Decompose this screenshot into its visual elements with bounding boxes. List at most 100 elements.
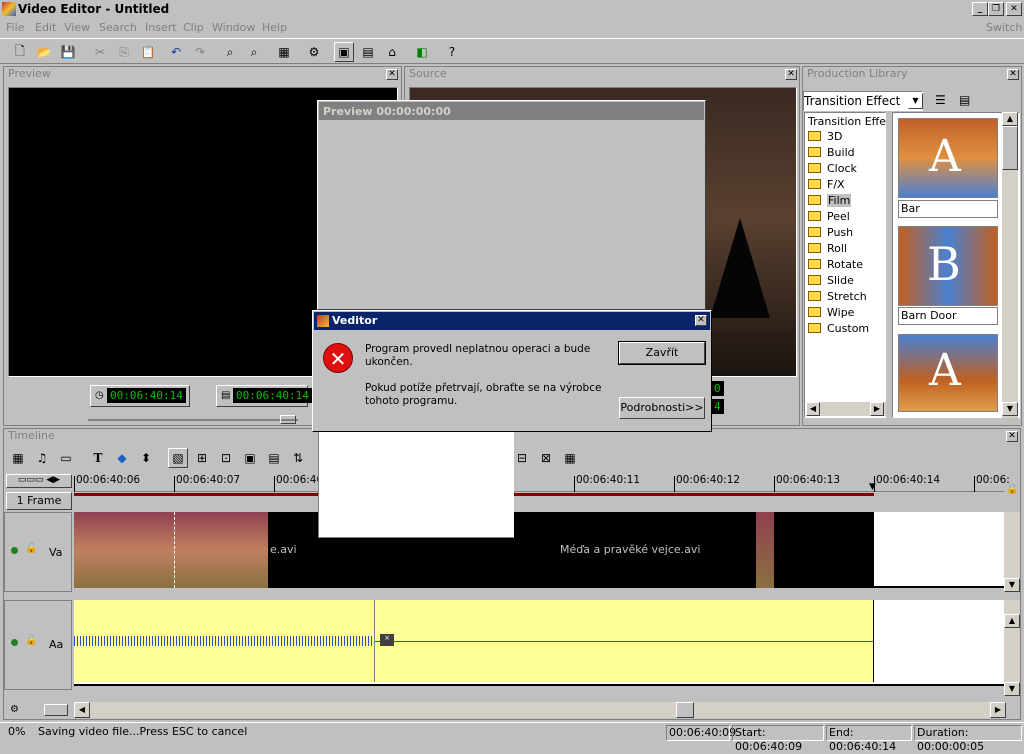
- menu-help[interactable]: Help: [262, 21, 287, 34]
- zoom-in-icon[interactable]: ⊟: [512, 448, 532, 468]
- scroll-right-icon[interactable]: ▶: [870, 402, 884, 416]
- library-close-icon[interactable]: ✕: [1007, 69, 1019, 80]
- menu-view[interactable]: View: [64, 21, 90, 34]
- paste-icon[interactable]: 📋: [138, 42, 158, 62]
- marker-tool-icon[interactable]: ⬍: [136, 448, 156, 468]
- library-folder[interactable]: Stretch: [808, 290, 888, 306]
- open-icon[interactable]: 📂: [34, 42, 54, 62]
- library-folder[interactable]: Wipe: [808, 306, 888, 322]
- zoom-fit-icon[interactable]: ⊠: [536, 448, 556, 468]
- thumb-bar[interactable]: A: [898, 118, 998, 198]
- clip-properties-icon[interactable]: ▭: [56, 448, 76, 468]
- audio-track[interactable]: ×: [74, 600, 1004, 686]
- hscroll-thumb[interactable]: [676, 702, 694, 718]
- playhead-marker-icon[interactable]: ▼: [869, 482, 876, 492]
- library-dropdown[interactable]: Transition Effect ▼: [803, 91, 923, 111]
- library-folder[interactable]: Film: [808, 194, 888, 210]
- track-type-icon[interactable]: ⚙: [10, 704, 19, 715]
- save-icon[interactable]: 💾: [58, 42, 78, 62]
- tree-root-label[interactable]: Transition Effect: [808, 115, 886, 128]
- library-folder[interactable]: Push: [808, 226, 888, 242]
- track-lock-icon[interactable]: 🔓: [25, 543, 37, 554]
- library-vscroll[interactable]: ▲ ▼: [1002, 112, 1018, 418]
- track-scroll-down-icon[interactable]: ▼: [1004, 578, 1020, 592]
- scroll-up-icon[interactable]: ▲: [1002, 112, 1018, 126]
- close-button[interactable]: ✕: [1006, 2, 1022, 16]
- storyboard-icon[interactable]: ▦: [8, 448, 28, 468]
- list-view-icon[interactable]: ▤: [959, 93, 970, 107]
- library-folder[interactable]: Rotate: [808, 258, 888, 274]
- hscroll-right-icon[interactable]: ▶: [990, 702, 1006, 718]
- audio-icon[interactable]: ♫: [32, 448, 52, 468]
- transition-mode-icon[interactable]: ▤: [264, 448, 284, 468]
- chevron-down-icon[interactable]: ▼: [908, 93, 923, 109]
- source-window-icon[interactable]: ▤: [358, 42, 378, 62]
- preview-close-icon[interactable]: ✕: [386, 69, 398, 80]
- timeline-close-icon[interactable]: ✕: [1006, 431, 1018, 442]
- menu-window[interactable]: Window: [212, 21, 255, 34]
- menu-switch[interactable]: Switch: [986, 21, 1022, 34]
- find-next-icon[interactable]: ⌕: [244, 42, 264, 62]
- preview-slider-thumb[interactable]: [280, 415, 296, 424]
- thumb-barn-door[interactable]: B: [898, 226, 998, 306]
- find-icon[interactable]: ⌕: [220, 42, 240, 62]
- timeline-hscroll[interactable]: ◀ ▶: [74, 702, 1006, 718]
- library-folder[interactable]: Custom: [808, 322, 888, 338]
- split-mode-icon[interactable]: ⊞: [192, 448, 212, 468]
- library-folder[interactable]: Build: [808, 146, 888, 162]
- text-tool-icon[interactable]: T: [88, 448, 108, 468]
- frame-scale-label[interactable]: 1 Frame: [6, 492, 72, 510]
- overlay-mode-icon[interactable]: ▣: [240, 448, 260, 468]
- restore-button[interactable]: ❐: [988, 2, 1004, 16]
- details-button[interactable]: Podrobnosti>>: [619, 397, 705, 419]
- video-track[interactable]: e.avi Méďa a pravěké vejce.avi: [74, 512, 1004, 588]
- preview-slider-track[interactable]: [88, 419, 298, 421]
- help-pointer-icon[interactable]: ?: [442, 42, 462, 62]
- color-tool-icon[interactable]: ◆: [112, 448, 132, 468]
- dialog-close-icon[interactable]: ✕: [695, 315, 707, 326]
- new-icon[interactable]: 🗋: [10, 42, 30, 62]
- library-folder[interactable]: 3D: [808, 130, 888, 146]
- grid-icon[interactable]: ▦: [560, 448, 580, 468]
- copy-icon[interactable]: ⎘: [114, 42, 134, 62]
- library-scroll-thumb[interactable]: [1002, 126, 1018, 170]
- source-close-icon[interactable]: ✕: [785, 69, 797, 80]
- hscroll-left-icon[interactable]: ◀: [74, 702, 90, 718]
- library-icon[interactable]: ⌂: [382, 42, 402, 62]
- undo-icon[interactable]: ↶: [166, 42, 186, 62]
- audio-lock-icon[interactable]: 🔓: [25, 635, 37, 646]
- library-folder[interactable]: Slide: [808, 274, 888, 290]
- menu-search[interactable]: Search: [99, 21, 137, 34]
- timeline-ruler[interactable]: 00:06:40:0600:06:40:0700:06:401000:06:40…: [74, 472, 1010, 492]
- scroll-down-icon[interactable]: ▼: [1002, 402, 1018, 416]
- floating-preview-titlebar[interactable]: Preview 00:00:00:00: [319, 102, 704, 120]
- cut-icon[interactable]: ✂: [90, 42, 110, 62]
- preview-window-icon[interactable]: ▣: [334, 42, 354, 62]
- audio-scroll-up-icon[interactable]: ▲: [1004, 614, 1020, 628]
- trim-mode-icon[interactable]: ⊡: [216, 448, 236, 468]
- details-view-icon[interactable]: ☰: [935, 93, 946, 107]
- track-enable-icon[interactable]: [11, 547, 18, 554]
- tree-hscroll[interactable]: ◀ ▶: [806, 402, 886, 416]
- scroll-left-icon[interactable]: ◀: [806, 402, 820, 416]
- track-size-icon[interactable]: [44, 704, 68, 716]
- close-app-button[interactable]: Zavřít: [618, 341, 706, 365]
- video-track-vscroll[interactable]: ▼: [1004, 512, 1020, 592]
- audio-enable-icon[interactable]: [11, 639, 18, 646]
- menu-insert[interactable]: Insert: [145, 21, 177, 34]
- menu-edit[interactable]: Edit: [35, 21, 56, 34]
- audio-scroll-down-icon[interactable]: ▼: [1004, 682, 1020, 696]
- audio-clip[interactable]: ×: [74, 600, 874, 682]
- menu-file[interactable]: File: [6, 21, 24, 34]
- sync-mode-icon[interactable]: ⇅: [288, 448, 308, 468]
- audio-fade-icon[interactable]: ×: [380, 634, 394, 646]
- timeline-icon[interactable]: ◧: [412, 42, 432, 62]
- library-folder[interactable]: Peel: [808, 210, 888, 226]
- thumb-third[interactable]: A: [898, 334, 998, 412]
- library-folder[interactable]: F/X: [808, 178, 888, 194]
- floating-preview-window[interactable]: Preview 00:00:00:00: [317, 100, 706, 310]
- library-folder[interactable]: Roll: [808, 242, 888, 258]
- lock-ruler-icon[interactable]: 🔒: [1006, 484, 1018, 495]
- minimize-button[interactable]: _: [972, 2, 988, 16]
- error-dialog-titlebar[interactable]: Veditor: [314, 312, 710, 330]
